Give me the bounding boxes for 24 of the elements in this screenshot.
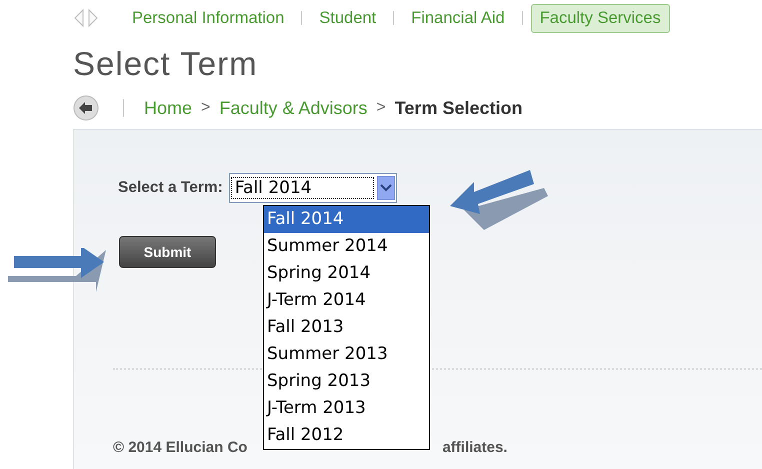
breadcrumb-separator: > bbox=[201, 99, 210, 117]
submit-button[interactable]: Submit bbox=[119, 236, 216, 268]
copyright-text: © 2014 Ellucian Co bbox=[113, 439, 248, 456]
dropdown-option[interactable]: J-Term 2014 bbox=[264, 287, 429, 314]
term-label: Select a Term: bbox=[118, 179, 223, 197]
breadcrumb-separator: > bbox=[376, 99, 386, 117]
dropdown-option[interactable]: Summer 2013 bbox=[264, 341, 429, 368]
breadcrumb-link[interactable]: Faculty & Advisors bbox=[219, 98, 368, 118]
dropdown-option[interactable]: Fall 2013 bbox=[264, 314, 429, 341]
nav-tab[interactable]: Financial Aid bbox=[402, 4, 514, 32]
page-title: Select Term bbox=[73, 44, 259, 84]
nav-tab[interactable]: Student bbox=[310, 4, 386, 32]
dropdown-caret-icon[interactable] bbox=[376, 176, 395, 200]
dropdown-option[interactable]: Spring 2013 bbox=[264, 368, 429, 395]
breadcrumb-current: Term Selection bbox=[394, 98, 522, 118]
dropdown-option[interactable]: Fall 2014 bbox=[264, 206, 429, 233]
copyright-text: affiliates. bbox=[442, 439, 508, 456]
nav-tab[interactable]: Personal Information bbox=[123, 4, 294, 32]
dropdown-option[interactable]: Summer 2014 bbox=[264, 233, 429, 260]
dropdown-option[interactable]: J-Term 2013 bbox=[264, 395, 429, 422]
term-select[interactable]: Fall 2014 bbox=[228, 173, 397, 203]
breadcrumb-link[interactable]: Home bbox=[144, 98, 192, 118]
dropdown-option[interactable]: Spring 2014 bbox=[264, 260, 429, 287]
dropdown-option[interactable]: Fall 2012 bbox=[264, 422, 429, 449]
